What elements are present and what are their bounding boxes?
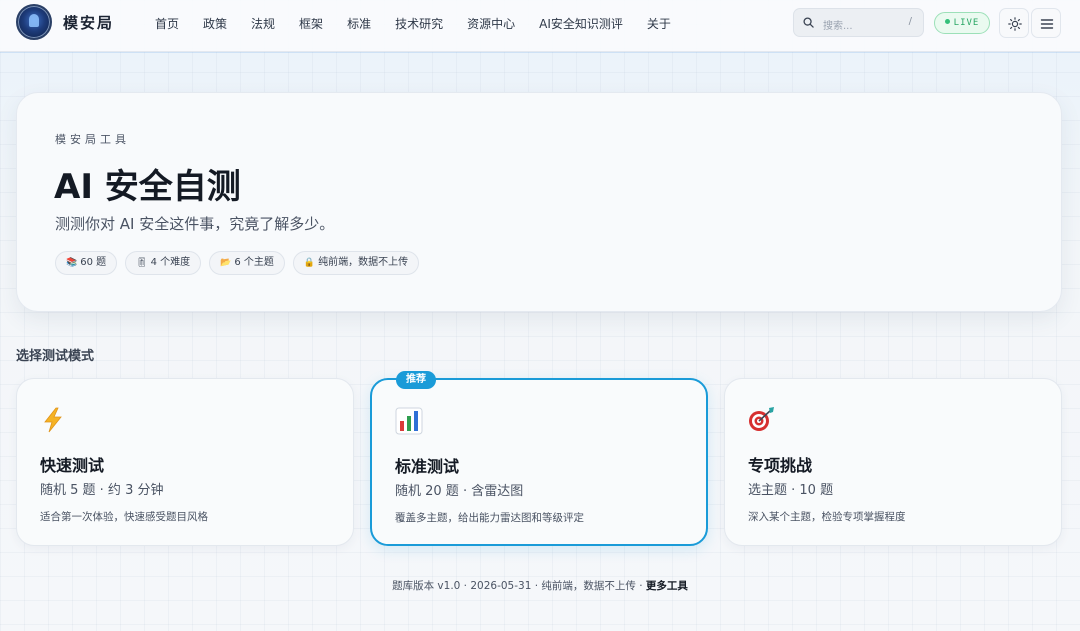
lightning-icon	[44, 407, 62, 433]
nav-item-home[interactable]: 首页	[155, 15, 179, 32]
sun-icon	[1008, 17, 1022, 31]
nav-item-about[interactable]: 关于	[647, 15, 671, 32]
hero-subtitle: 测测你对 AI 安全这件事，究竟了解多少。	[55, 215, 335, 233]
mode-description: 适合第一次体验，快速感受题目风格	[40, 511, 208, 523]
chip-topic-count: 📂 6 个主题	[209, 251, 285, 275]
main-nav: 首页 政策 法规 框架 标准 技术研究 资源中心 AI安全知识测评 关于	[155, 15, 671, 32]
hero-eyebrow: 模安局工具	[55, 133, 130, 146]
search-icon	[803, 17, 814, 28]
level-slider-icon: 🎚	[136, 258, 148, 268]
nav-item-standards[interactable]: 标准	[347, 15, 371, 32]
mode-description: 深入某个主题，检验专项掌握程度	[748, 511, 906, 523]
site-logo[interactable]	[16, 4, 52, 40]
lock-icon: 🔒	[303, 258, 316, 268]
hamburger-menu-icon	[1040, 19, 1054, 29]
hero-panel: 模安局工具 AI 安全自测 测测你对 AI 安全这件事，究竟了解多少。 📚 60 …	[16, 92, 1062, 312]
live-dot-icon	[944, 19, 950, 24]
chip-label: 4 个难度	[150, 257, 191, 268]
section-title-modes: 选择测试模式	[16, 349, 95, 364]
nav-item-frameworks[interactable]: 框架	[299, 15, 323, 32]
chip-label: 60 题	[80, 257, 107, 268]
hero-stat-chips: 📚 60 题 🎚 4 个难度 📂 6 个主题 🔒 纯前端，数据不上传	[55, 251, 427, 275]
brand-name[interactable]: 模安局	[63, 12, 114, 33]
target-icon	[749, 407, 774, 431]
live-status-badge: LIVE	[934, 12, 990, 34]
mode-meta: 选主题 · 10 题	[748, 483, 834, 498]
nav-item-research[interactable]: 技术研究	[395, 15, 443, 32]
page-footer: 题库版本 v1.0 · 2026-05-31 · 纯前端，数据不上传 · 更多工…	[0, 578, 1080, 593]
top-navbar: 模安局 首页 政策 法规 框架 标准 技术研究 资源中心 AI安全知识测评 关于…	[0, 0, 1080, 52]
nav-item-resources[interactable]: 资源中心	[467, 15, 515, 32]
page-title: AI 安全自测	[54, 167, 241, 207]
search-placeholder: 搜索...	[823, 21, 853, 32]
nav-item-ai-quiz[interactable]: AI安全知识测评	[539, 15, 623, 32]
chip-question-count: 📚 60 题	[55, 251, 118, 275]
mode-title: 快速测试	[40, 456, 105, 475]
more-tools-link[interactable]: 更多工具	[646, 580, 688, 592]
footer-meta-text: 题库版本 v1.0 · 2026-05-31 · 纯前端，数据不上传 ·	[392, 580, 646, 592]
folder-icon: 📂	[220, 258, 232, 268]
live-label: LIVE	[953, 18, 980, 28]
recommended-badge: 推荐	[396, 371, 436, 389]
mode-meta: 随机 5 题 · 约 3 分钟	[40, 483, 164, 498]
mode-card-topic-challenge[interactable]: 专项挑战 选主题 · 10 题 深入某个主题，检验专项掌握程度	[724, 378, 1062, 546]
books-icon: 📚	[66, 258, 78, 268]
nav-item-policy[interactable]: 政策	[203, 15, 227, 32]
mode-meta: 随机 20 题 · 含雷达图	[395, 484, 524, 499]
search-input[interactable]: 搜索... /	[793, 8, 924, 37]
chip-label: 纯前端，数据不上传	[318, 257, 409, 268]
mode-card-standard[interactable]: 推荐 标准测试 随机 20 题 · 含雷达图 覆盖多主题，给出能力雷达图和等级评…	[370, 371, 708, 546]
nav-item-regulations[interactable]: 法规	[251, 15, 275, 32]
chip-privacy: 🔒 纯前端，数据不上传	[292, 251, 420, 275]
chip-label: 6 个主题	[234, 257, 274, 268]
menu-button[interactable]	[1031, 8, 1061, 38]
mode-title: 标准测试	[395, 457, 460, 476]
mode-title: 专项挑战	[748, 456, 813, 475]
chip-difficulty-count: 🎚 4 个难度	[125, 251, 202, 275]
theme-toggle-button[interactable]	[999, 8, 1029, 38]
mode-card-quick[interactable]: 快速测试 随机 5 题 · 约 3 分钟 适合第一次体验，快速感受题目风格	[16, 378, 354, 546]
mode-description: 覆盖多主题，给出能力雷达图和等级评定	[395, 512, 584, 524]
bar-chart-icon	[395, 407, 423, 435]
search-shortcut-hint: /	[908, 16, 912, 27]
